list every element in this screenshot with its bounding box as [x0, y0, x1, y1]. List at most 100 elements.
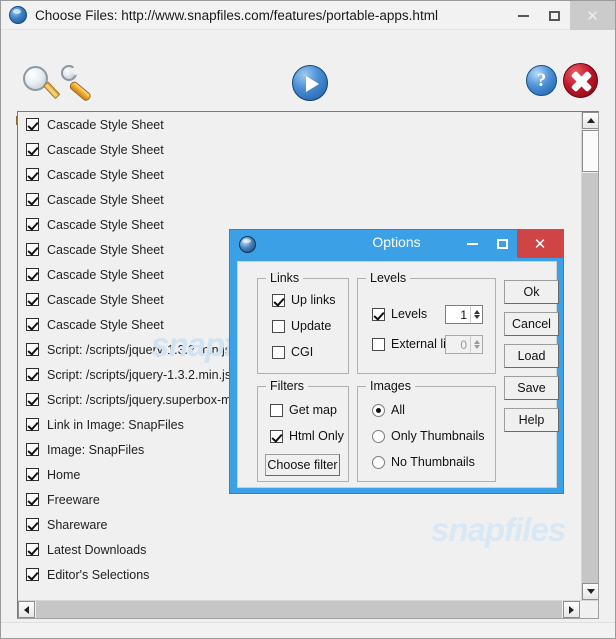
filters-group-title: Filters — [266, 379, 309, 393]
checkbox-label: Update — [291, 319, 332, 333]
options-minimize-button[interactable] — [457, 230, 487, 258]
maximize-button[interactable] — [539, 1, 570, 30]
list-item-checkbox[interactable] — [26, 193, 39, 206]
checkbox-box — [372, 337, 385, 351]
checkbox-update[interactable]: Update — [272, 319, 331, 333]
spinner-up-icon[interactable] — [473, 310, 480, 314]
radio-only-thumbnails[interactable]: Only Thumbnails — [372, 429, 485, 443]
list-item-checkbox[interactable] — [26, 418, 39, 431]
spinner-up-icon[interactable] — [473, 340, 480, 344]
vertical-scroll-thumb[interactable] — [582, 130, 598, 172]
scroll-up-button[interactable] — [582, 112, 598, 129]
list-item-checkbox[interactable] — [26, 293, 39, 306]
list-item-checkbox[interactable] — [26, 243, 39, 256]
list-item-checkbox[interactable] — [26, 368, 39, 381]
list-item-checkbox[interactable] — [26, 343, 39, 356]
list-item-label: Cascade Style Sheet — [47, 142, 164, 157]
help-icon[interactable]: ? — [526, 65, 558, 97]
close-circle — [563, 63, 598, 98]
links-group-title: Links — [266, 271, 304, 285]
options-maximize-button[interactable] — [487, 230, 517, 258]
checkbox-get-map[interactable]: Get map — [270, 403, 337, 417]
images-group: Images All Only Thumbnails No Thumbnails — [357, 379, 496, 482]
horizontal-scroll-thumb[interactable] — [36, 601, 562, 618]
list-item-checkbox[interactable] — [26, 518, 39, 531]
search-handle — [43, 81, 61, 100]
options-close-button[interactable]: ✕ — [517, 230, 563, 258]
list-item[interactable]: Cascade Style Sheet — [18, 112, 581, 137]
maximize-icon — [496, 239, 508, 249]
save-button[interactable]: Save — [504, 376, 559, 400]
list-item-checkbox[interactable] — [26, 118, 39, 131]
globe-icon — [9, 6, 27, 24]
horizontal-scrollbar[interactable] — [18, 600, 598, 618]
list-item-label: Cascade Style Sheet — [47, 192, 164, 207]
list-item-label: Editor's Selections — [47, 567, 150, 582]
scroll-left-button[interactable] — [18, 601, 35, 618]
list-item[interactable]: Cascade Style Sheet — [18, 187, 581, 212]
spinner-down-icon[interactable] — [473, 315, 480, 319]
help-button[interactable]: Help — [504, 408, 559, 432]
chevron-left-icon — [24, 605, 29, 614]
go-play-icon[interactable] — [292, 65, 328, 101]
list-item-checkbox[interactable] — [26, 168, 39, 181]
list-item[interactable]: Latest Downloads — [18, 537, 581, 562]
spinner-arrows[interactable] — [470, 336, 482, 353]
checkbox-levels[interactable]: Levels — [372, 307, 427, 321]
chevron-down-icon — [586, 589, 595, 594]
list-item-checkbox[interactable] — [26, 143, 39, 156]
checkbox-box — [272, 345, 285, 359]
list-item-checkbox[interactable] — [26, 393, 39, 406]
radio-no-thumbnails[interactable]: No Thumbnails — [372, 455, 475, 469]
window-title: Choose Files: http://www.snapfiles.com/f… — [35, 7, 438, 23]
toolbar: ? Html + − Images + − Archives + − All +… — [1, 30, 615, 131]
spinner-down-icon[interactable] — [473, 345, 480, 349]
list-item-checkbox[interactable] — [26, 493, 39, 506]
window-close-button[interactable]: ✕ — [570, 1, 615, 30]
close-icon[interactable] — [563, 63, 599, 99]
list-item-label: Cascade Style Sheet — [47, 167, 164, 182]
window-titlebar: Choose Files: http://www.snapfiles.com/f… — [1, 1, 615, 30]
checkbox-html-only[interactable]: Html Only — [270, 429, 344, 443]
list-item[interactable]: Cascade Style Sheet — [18, 162, 581, 187]
load-button[interactable]: Load — [504, 344, 559, 368]
list-item-label: Shareware — [47, 517, 108, 532]
options-body: Links Up links Update CGI Levels Levels … — [237, 261, 559, 488]
external-links-spinner[interactable]: 0 — [445, 335, 483, 354]
window-caption-buttons: ✕ — [508, 1, 615, 30]
scroll-right-button[interactable] — [563, 601, 580, 618]
list-item-checkbox[interactable] — [26, 468, 39, 481]
checkbox-cgi[interactable]: CGI — [272, 345, 313, 359]
radio-label: No Thumbnails — [391, 455, 475, 469]
list-item-label: Cascade Style Sheet — [47, 242, 164, 257]
list-item-checkbox[interactable] — [26, 218, 39, 231]
list-item-checkbox[interactable] — [26, 543, 39, 556]
vertical-scrollbar[interactable] — [581, 112, 598, 601]
cancel-button[interactable]: Cancel — [504, 312, 559, 336]
list-item-checkbox[interactable] — [26, 443, 39, 456]
minimize-icon — [518, 14, 529, 17]
scroll-down-button[interactable] — [582, 583, 598, 600]
play-triangle — [306, 76, 319, 92]
list-item-checkbox[interactable] — [26, 568, 39, 581]
list-item-checkbox[interactable] — [26, 318, 39, 331]
radio-all[interactable]: All — [372, 403, 405, 417]
spinner-arrows[interactable] — [470, 306, 482, 323]
list-item[interactable]: Editor's Selections — [18, 562, 581, 587]
list-item-label: Script: /scripts/jquery-1.3.2.min.js — [47, 367, 232, 382]
list-item-checkbox[interactable] — [26, 268, 39, 281]
checkbox-box — [270, 429, 283, 443]
checkbox-up-links[interactable]: Up links — [272, 293, 335, 307]
list-item[interactable]: Cascade Style Sheet — [18, 137, 581, 162]
choose-filter-button[interactable]: Choose filter — [265, 454, 340, 476]
wrench-notch — [70, 65, 81, 76]
ok-button[interactable]: Ok — [504, 280, 559, 304]
options-dialog: Options ✕ Links Up links Update CGI Leve… — [229, 229, 564, 494]
levels-spinner[interactable]: 1 — [445, 305, 483, 324]
minimize-button[interactable] — [508, 1, 539, 30]
images-group-title: Images — [366, 379, 415, 393]
vertical-scroll-track[interactable] — [582, 173, 598, 583]
tools-wrench-icon[interactable] — [59, 63, 105, 107]
list-item[interactable]: Shareware — [18, 512, 581, 537]
list-item-label: Cascade Style Sheet — [47, 217, 164, 232]
